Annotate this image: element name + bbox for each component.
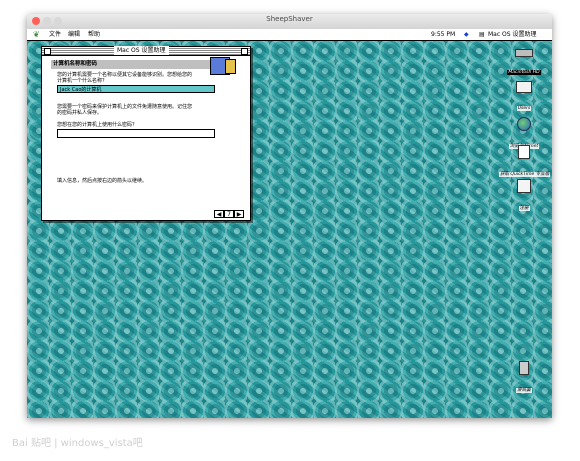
- globe-icon: [517, 117, 531, 131]
- apple-menu-icon[interactable]: ❦: [33, 29, 40, 40]
- folder-icon: [516, 81, 532, 93]
- desktop-icon-users[interactable]: Users: [499, 81, 549, 113]
- password-info-line2: 的密码并私人保存。: [57, 110, 103, 116]
- emulator-window: SheepShaver ❦ 文件 编辑 帮助 9:55 PM ◆ ▤ Mac O…: [27, 14, 552, 418]
- computer-name-field[interactable]: Jack Cao的计算机: [57, 85, 215, 93]
- dialog-close-box[interactable]: [44, 48, 51, 55]
- hard-disk-icon: [515, 49, 533, 57]
- desktop-icon-trash[interactable]: 废纸篓: [499, 361, 549, 395]
- name-prompt-line2: 计算机一个什么名称？: [57, 78, 108, 84]
- instruction-footer: 填入信息，然后点按右边的箭头以继续。: [57, 178, 148, 184]
- menu-help[interactable]: 帮助: [88, 29, 100, 40]
- setup-assistant-dialog: Mac OS 设置助理 计算机名称和密码 您的计算机需要一个名称以便其它设备能够…: [41, 46, 251, 221]
- previous-page-arrow-icon[interactable]: ◀: [214, 210, 224, 218]
- section-heading: 计算机名称和密码: [51, 60, 234, 69]
- icon-label: 废纸篓: [516, 388, 532, 393]
- menu-edit[interactable]: 编辑: [68, 29, 80, 40]
- menu-clock[interactable]: 9:55 PM: [431, 29, 455, 40]
- icon-label: 获取 QuickTime 专业版: [499, 172, 551, 177]
- app-menu[interactable]: Mac OS 设置助理: [488, 29, 537, 40]
- trash-icon: [519, 361, 529, 375]
- setup-assistant-icon-detail: [225, 59, 236, 74]
- password-field[interactable]: [57, 129, 215, 138]
- emulator-titlebar: SheepShaver: [27, 14, 552, 30]
- mac-menubar: ❦ 文件 编辑 帮助 9:55 PM ◆ ▤ Mac OS 设置助理: [27, 29, 552, 41]
- desktop-icon-register[interactable]: 注册: [499, 179, 549, 213]
- next-page-arrow-icon[interactable]: ▶: [234, 210, 244, 218]
- dialog-title: Mac OS 设置助理: [114, 46, 169, 55]
- quicktime-icon: [518, 145, 530, 159]
- password-prompt: 您想在您的计算机上使用什么密码？: [57, 122, 138, 128]
- register-icon: [517, 179, 531, 193]
- icon-label: Users: [516, 106, 532, 111]
- icon-label: Macintosh HD: [507, 70, 541, 75]
- menu-file[interactable]: 文件: [49, 29, 61, 40]
- desktop-icon-hard-disk[interactable]: Macintosh HD: [499, 49, 549, 77]
- dialog-titlebar[interactable]: Mac OS 设置助理: [42, 46, 250, 56]
- help-diamond-icon[interactable]: ◆: [464, 29, 469, 40]
- window-title: SheepShaver: [266, 15, 313, 23]
- desktop: Mac OS 设置助理 计算机名称和密码 您的计算机需要一个名称以便其它设备能够…: [27, 41, 552, 418]
- page-number: 7: [224, 210, 234, 218]
- icon-label: 注册: [518, 206, 530, 211]
- watermark: Bai 贴吧 | windows_vista吧: [12, 438, 143, 449]
- app-menu-icon: ▤: [479, 31, 485, 38]
- computer-name-value: Jack Cao的计算机: [60, 87, 102, 93]
- dialog-collapse-box[interactable]: [241, 48, 248, 55]
- desktop-icon-quicktime[interactable]: 获取 QuickTime 专业版: [499, 145, 551, 179]
